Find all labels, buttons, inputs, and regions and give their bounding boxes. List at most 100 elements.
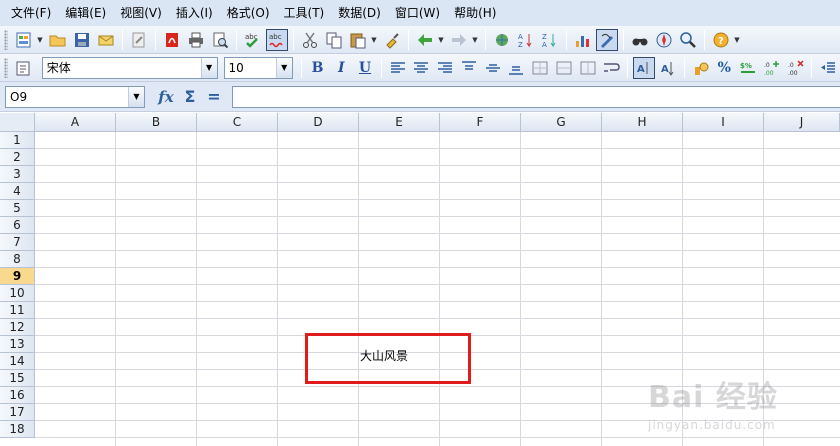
row-header-8[interactable]: 8 bbox=[0, 251, 35, 268]
menu-view[interactable]: 视图(V) bbox=[113, 0, 169, 26]
toolbar-grip[interactable] bbox=[4, 57, 8, 78]
wrap-text-icon[interactable] bbox=[600, 57, 622, 79]
column-header-d[interactable]: D bbox=[278, 113, 359, 132]
align-left-icon[interactable] bbox=[387, 57, 409, 79]
autospellcheck-icon[interactable]: abc bbox=[266, 28, 288, 51]
formula-input[interactable] bbox=[232, 86, 840, 108]
row-header-7[interactable]: 7 bbox=[0, 234, 35, 251]
font-name-select[interactable]: 宋体 ▼ bbox=[41, 56, 218, 79]
row-header-15[interactable]: 15 bbox=[0, 370, 35, 387]
formula-button[interactable]: = bbox=[203, 86, 225, 108]
sort-ascending-icon[interactable]: AZ bbox=[515, 29, 537, 51]
column-header-j[interactable]: J bbox=[764, 113, 840, 132]
row-header-10[interactable]: 10 bbox=[0, 285, 35, 302]
row-header-9[interactable]: 9 bbox=[0, 268, 35, 285]
print-preview-icon[interactable] bbox=[209, 29, 231, 51]
vertical-text-icon[interactable]: A bbox=[657, 57, 679, 79]
merge-cells-icon[interactable] bbox=[529, 57, 551, 79]
decrease-indent-icon[interactable] bbox=[817, 57, 839, 79]
row-header-3[interactable]: 3 bbox=[0, 166, 35, 183]
draw-functions-icon[interactable] bbox=[596, 28, 618, 51]
undo-dropdown-arrow[interactable]: ▼ bbox=[437, 29, 445, 51]
sort-descending-icon[interactable]: ZA bbox=[539, 29, 561, 51]
hyperlink-icon[interactable] bbox=[491, 29, 513, 51]
menu-tools[interactable]: 工具(T) bbox=[277, 0, 332, 26]
menu-format[interactable]: 格式(O) bbox=[220, 0, 277, 26]
number-format-icon[interactable]: $% bbox=[737, 57, 759, 79]
percent-format-button[interactable]: % bbox=[713, 57, 735, 79]
export-pdf-icon[interactable] bbox=[161, 29, 183, 51]
new-document-icon[interactable] bbox=[13, 29, 35, 51]
align-middle-icon[interactable] bbox=[482, 57, 504, 79]
menu-edit[interactable]: 编辑(E) bbox=[58, 0, 113, 26]
column-header-h[interactable]: H bbox=[602, 113, 683, 132]
toolbar-grip[interactable] bbox=[4, 29, 8, 50]
row-header-12[interactable]: 12 bbox=[0, 319, 35, 336]
find-replace-icon[interactable] bbox=[629, 29, 651, 51]
chevron-down-icon[interactable]: ▼ bbox=[200, 57, 217, 78]
row-header-13[interactable]: 13 bbox=[0, 336, 35, 353]
column-header-e[interactable]: E bbox=[359, 113, 440, 132]
column-header-b[interactable]: B bbox=[116, 113, 197, 132]
email-icon[interactable] bbox=[95, 29, 117, 51]
chevron-down-icon[interactable]: ▼ bbox=[275, 57, 292, 78]
column-header-a[interactable]: A bbox=[35, 113, 116, 132]
add-decimal-icon[interactable]: .0.00 bbox=[761, 57, 783, 79]
copy-icon[interactable] bbox=[323, 29, 345, 51]
bold-button[interactable]: B bbox=[307, 57, 329, 79]
row-header-17[interactable]: 17 bbox=[0, 404, 35, 421]
zoom-icon[interactable] bbox=[677, 29, 699, 51]
row-header-18[interactable]: 18 bbox=[0, 421, 35, 438]
sum-button[interactable]: Σ bbox=[179, 86, 201, 108]
select-all-corner[interactable] bbox=[0, 113, 35, 132]
help-icon[interactable]: ? bbox=[710, 29, 732, 51]
menu-window[interactable]: 窗口(W) bbox=[388, 0, 447, 26]
italic-button[interactable]: I bbox=[330, 57, 352, 79]
row-header-16[interactable]: 16 bbox=[0, 387, 35, 404]
row-header-6[interactable]: 6 bbox=[0, 217, 35, 234]
menu-file[interactable]: 文件(F) bbox=[4, 0, 58, 26]
column-header-i[interactable]: I bbox=[683, 113, 764, 132]
undo-icon[interactable] bbox=[414, 29, 436, 51]
paste-dropdown-arrow[interactable]: ▼ bbox=[370, 29, 378, 51]
column-header-g[interactable]: G bbox=[521, 113, 602, 132]
column-header-c[interactable]: C bbox=[197, 113, 278, 132]
borders-icon[interactable] bbox=[577, 57, 599, 79]
chevron-down-icon[interactable]: ▼ bbox=[128, 86, 144, 107]
row-header-5[interactable]: 5 bbox=[0, 200, 35, 217]
cut-icon[interactable] bbox=[299, 29, 321, 51]
styles-icon[interactable] bbox=[13, 57, 35, 79]
align-top-icon[interactable] bbox=[458, 57, 480, 79]
row-header-2[interactable]: 2 bbox=[0, 149, 35, 166]
row-header-11[interactable]: 11 bbox=[0, 302, 35, 319]
align-center-icon[interactable] bbox=[411, 57, 433, 79]
insert-chart-icon[interactable] bbox=[572, 29, 594, 51]
format-paintbrush-icon[interactable] bbox=[381, 29, 403, 51]
row-header-1[interactable]: 1 bbox=[0, 132, 35, 149]
function-wizard-button[interactable]: fx bbox=[155, 86, 177, 108]
split-cells-icon[interactable] bbox=[553, 57, 575, 79]
redo-dropdown-arrow[interactable]: ▼ bbox=[471, 29, 479, 51]
redo-icon[interactable] bbox=[448, 29, 470, 51]
row-header-4[interactable]: 4 bbox=[0, 183, 35, 200]
align-bottom-icon[interactable] bbox=[506, 57, 528, 79]
toolbar-overflow-arrow[interactable]: ▼ bbox=[733, 29, 741, 51]
text-direction-icon[interactable]: A bbox=[633, 56, 655, 79]
name-box[interactable]: O9 ▼ bbox=[5, 85, 145, 108]
underline-button[interactable]: U bbox=[354, 57, 376, 79]
currency-format-icon[interactable] bbox=[690, 57, 712, 79]
new-dropdown-arrow[interactable]: ▼ bbox=[36, 29, 44, 51]
paste-icon[interactable] bbox=[347, 29, 369, 51]
column-header-f[interactable]: F bbox=[440, 113, 521, 132]
spellcheck-icon[interactable]: abc bbox=[242, 29, 264, 51]
align-right-icon[interactable] bbox=[434, 57, 456, 79]
menu-help[interactable]: 帮助(H) bbox=[447, 0, 503, 26]
row-header-14[interactable]: 14 bbox=[0, 353, 35, 370]
menu-data[interactable]: 数据(D) bbox=[331, 0, 388, 26]
font-size-select[interactable]: 10 ▼ bbox=[223, 56, 293, 79]
save-icon[interactable] bbox=[71, 29, 93, 51]
delete-decimal-icon[interactable]: .0.00 bbox=[785, 57, 807, 79]
navigator-icon[interactable] bbox=[653, 29, 675, 51]
print-icon[interactable] bbox=[185, 29, 207, 51]
edit-file-icon[interactable] bbox=[128, 29, 150, 51]
